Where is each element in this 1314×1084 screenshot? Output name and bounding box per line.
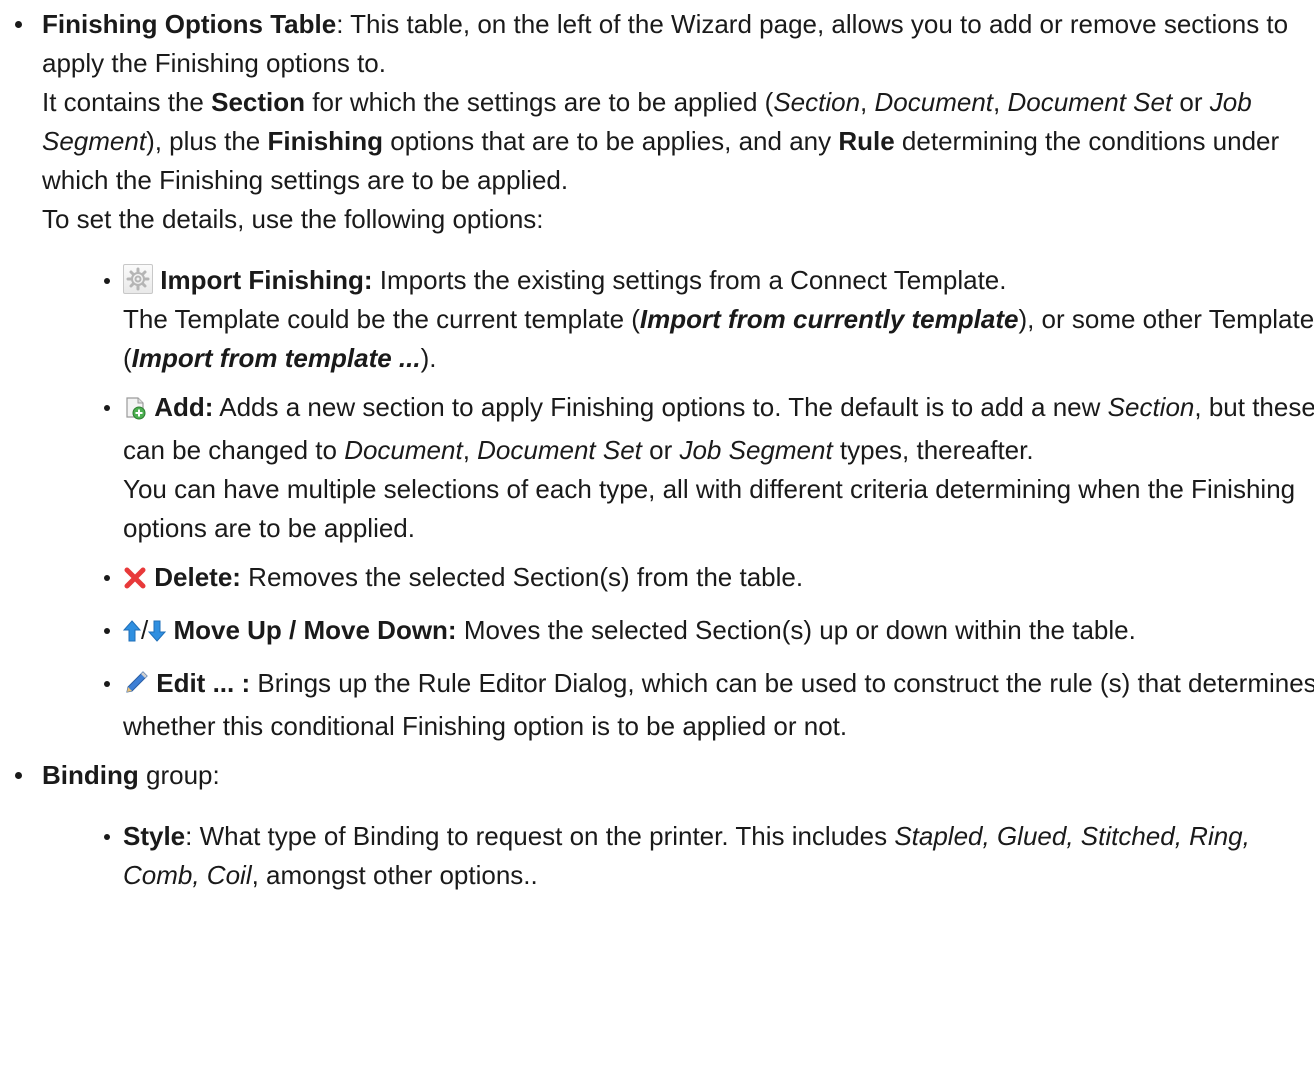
finishing-options-item: Finishing Options Table: This table, on … — [0, 5, 1314, 746]
finishing-options-title: Finishing Options Table — [42, 9, 337, 39]
add-paragraph: Add: Adds a new section to apply Finishi… — [123, 392, 1314, 465]
add-label: Add: — [154, 392, 214, 422]
delete-item: Delete: Removes the selected Section(s) … — [42, 558, 1314, 601]
binding-label: Binding — [42, 760, 139, 790]
style-paragraph: Style: What type of Binding to request o… — [123, 821, 1250, 890]
pencil-icon — [123, 668, 149, 707]
gear-icon — [123, 264, 153, 294]
arrow-down-icon — [148, 615, 167, 654]
add-item: Add: Adds a new section to apply Finishi… — [42, 388, 1314, 548]
add-multiple-paragraph: You can have multiple selections of each… — [123, 474, 1296, 543]
document-page: Finishing Options Table: This table, on … — [0, 0, 1314, 895]
style-item: Style: What type of Binding to request o… — [42, 817, 1314, 895]
move-label: Move Up / Move Down: — [173, 615, 457, 645]
set-details-paragraph: To set the details, use the following op… — [42, 204, 544, 234]
binding-paragraph: Binding group: — [42, 760, 220, 790]
finishing-contains-paragraph: It contains the Section for which the se… — [42, 87, 1280, 195]
binding-item: Binding group: Style: What type of Bindi… — [0, 756, 1314, 895]
delete-label: Delete: — [154, 562, 241, 592]
edit-label: Edit ... : — [156, 668, 251, 698]
main-list: Finishing Options Table: This table, on … — [0, 5, 1314, 895]
import-finishing-item: Import Finishing: Imports the existing s… — [42, 261, 1314, 378]
delete-icon — [123, 562, 147, 601]
import-finishing-label: Import Finishing: — [160, 265, 373, 295]
add-section-icon — [123, 392, 147, 431]
style-label: Style — [123, 821, 186, 851]
import-finishing-paragraph: Import Finishing: Imports the existing s… — [123, 261, 1314, 300]
edit-item: Edit ... : Brings up the Rule Editor Dia… — [42, 664, 1314, 746]
options-list: Import Finishing: Imports the existing s… — [42, 261, 1314, 746]
edit-paragraph: Edit ... : Brings up the Rule Editor Dia… — [123, 668, 1314, 741]
delete-paragraph: Delete: Removes the selected Section(s) … — [123, 558, 1314, 601]
move-item: / Move Up / Move Down: Moves the selecte… — [42, 611, 1314, 654]
arrow-up-icon — [122, 615, 142, 654]
binding-list: Style: What type of Binding to request o… — [42, 817, 1314, 895]
finishing-options-paragraph: Finishing Options Table: This table, on … — [42, 9, 1289, 78]
move-paragraph: / Move Up / Move Down: Moves the selecte… — [122, 611, 1314, 654]
import-template-paragraph: The Template could be the current templa… — [123, 304, 1314, 373]
